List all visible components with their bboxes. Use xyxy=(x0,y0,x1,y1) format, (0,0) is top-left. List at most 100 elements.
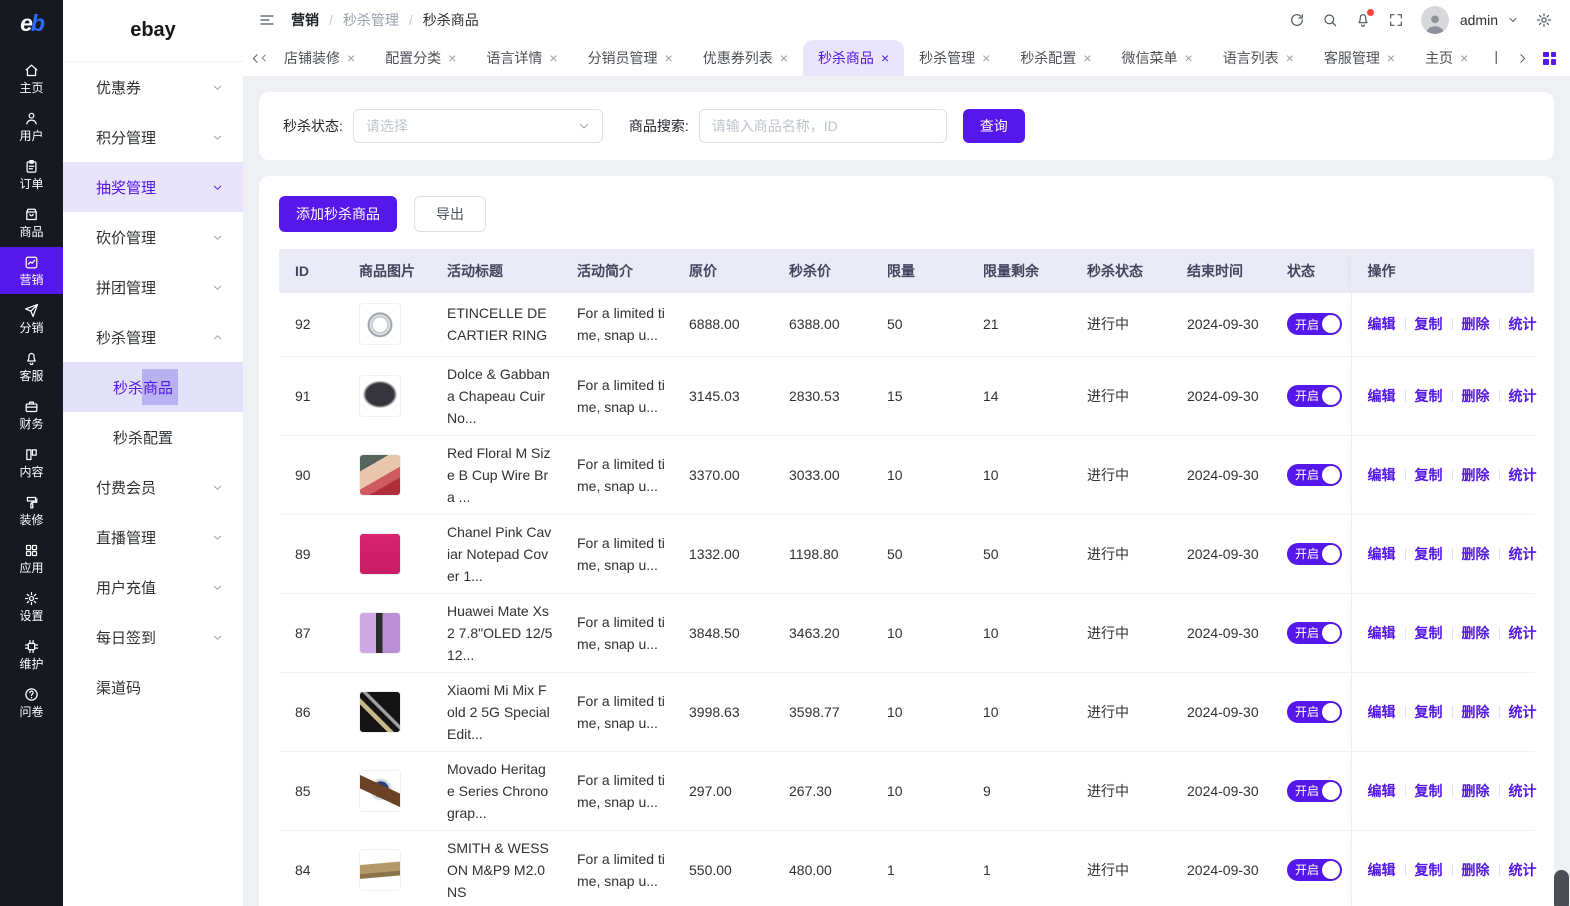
tab-close-icon[interactable]: × xyxy=(549,51,557,65)
tab-客服管理[interactable]: 客服管理× xyxy=(1309,40,1410,76)
sidebar-item-每日签到[interactable]: 每日签到 xyxy=(63,612,243,662)
sidebar-item-渠道码[interactable]: 渠道码 xyxy=(63,662,243,712)
tab-close-icon[interactable]: × xyxy=(1460,51,1468,65)
sidebar-item-砍价管理[interactable]: 砍价管理 xyxy=(63,212,243,262)
action-统计[interactable]: 统计 xyxy=(1509,546,1537,562)
action-编辑[interactable]: 编辑 xyxy=(1368,467,1396,483)
action-编辑[interactable]: 编辑 xyxy=(1368,783,1396,799)
action-编辑[interactable]: 编辑 xyxy=(1368,704,1396,720)
brand-logo[interactable]: eb xyxy=(20,0,43,46)
action-删除[interactable]: 删除 xyxy=(1462,704,1490,720)
rail-item-维护[interactable]: 维护 xyxy=(0,631,63,678)
action-编辑[interactable]: 编辑 xyxy=(1368,316,1396,332)
action-删除[interactable]: 删除 xyxy=(1462,625,1490,641)
tab-close-icon[interactable]: × xyxy=(780,51,788,65)
action-统计[interactable]: 统计 xyxy=(1509,467,1537,483)
tab-close-icon[interactable]: × xyxy=(1387,51,1395,65)
rail-item-分销[interactable]: 分销 xyxy=(0,295,63,342)
tab-语言列表[interactable]: 语言列表× xyxy=(1208,40,1309,76)
seckill-status-select[interactable]: 请选择 xyxy=(353,109,603,143)
page-scrollbar-thumb[interactable] xyxy=(1554,870,1569,906)
tab-配置分类[interactable]: 配置分类× xyxy=(370,40,471,76)
action-复制[interactable]: 复制 xyxy=(1415,467,1443,483)
action-统计[interactable]: 统计 xyxy=(1509,862,1537,878)
sidebar-item-秒杀配置[interactable]: 秒杀配置 xyxy=(63,412,243,462)
tab-秒杀配置[interactable]: 秒杀配置× xyxy=(1005,40,1106,76)
settings-gear-icon[interactable] xyxy=(1536,12,1552,28)
action-复制[interactable]: 复制 xyxy=(1415,704,1443,720)
rail-item-商品[interactable]: 商品 xyxy=(0,199,63,246)
tab-语言详情[interactable]: 语言详情× xyxy=(471,40,572,76)
action-复制[interactable]: 复制 xyxy=(1415,546,1443,562)
rail-item-应用[interactable]: 应用 xyxy=(0,535,63,582)
action-复制[interactable]: 复制 xyxy=(1415,388,1443,404)
tab-秒杀管理[interactable]: 秒杀管理× xyxy=(904,40,1005,76)
sidebar-item-秒杀商品[interactable]: 秒杀商品 xyxy=(63,362,243,412)
refresh-icon[interactable] xyxy=(1289,12,1305,28)
query-button[interactable]: 查询 xyxy=(963,109,1025,143)
breadcrumb-item[interactable]: 秒杀管理 xyxy=(343,10,399,30)
breadcrumb-item[interactable]: 营销 xyxy=(291,10,319,30)
rail-item-客服[interactable]: 客服 xyxy=(0,343,63,390)
username[interactable]: admin xyxy=(1460,12,1498,28)
action-删除[interactable]: 删除 xyxy=(1462,862,1490,878)
search-icon[interactable] xyxy=(1322,12,1338,28)
status-toggle[interactable]: 开启 xyxy=(1287,543,1342,565)
action-统计[interactable]: 统计 xyxy=(1509,704,1537,720)
notifications-bell-icon[interactable] xyxy=(1355,12,1371,28)
status-toggle[interactable]: 开启 xyxy=(1287,385,1342,407)
rail-item-设置[interactable]: 设置 xyxy=(0,583,63,630)
action-复制[interactable]: 复制 xyxy=(1415,316,1443,332)
rail-item-内容[interactable]: 内容 xyxy=(0,439,63,486)
tab-options-grid-icon[interactable] xyxy=(1543,52,1556,65)
action-复制[interactable]: 复制 xyxy=(1415,625,1443,641)
status-toggle[interactable]: 开启 xyxy=(1287,859,1342,881)
action-复制[interactable]: 复制 xyxy=(1415,783,1443,799)
tab-close-icon[interactable]: × xyxy=(1185,51,1193,65)
fullscreen-icon[interactable] xyxy=(1388,12,1404,28)
tab-close-icon[interactable]: × xyxy=(881,51,889,65)
sidebar-brand-name[interactable]: ebay xyxy=(63,0,243,62)
rail-item-问卷[interactable]: 问卷 xyxy=(0,679,63,726)
rail-item-营销[interactable]: 营销 xyxy=(0,247,63,294)
tabs-scroll-left-icon[interactable] xyxy=(249,52,269,65)
action-编辑[interactable]: 编辑 xyxy=(1368,625,1396,641)
status-toggle[interactable]: 开启 xyxy=(1287,622,1342,644)
tab-店铺装修[interactable]: 店铺装修× xyxy=(269,40,370,76)
avatar[interactable] xyxy=(1421,6,1449,34)
tab-优惠券列表[interactable]: 优惠券列表× xyxy=(688,40,803,76)
tab-close-icon[interactable]: × xyxy=(347,51,355,65)
tabs-scroll-right-icon[interactable] xyxy=(1516,52,1529,65)
sidebar-item-付费会员[interactable]: 付费会员 xyxy=(63,462,243,512)
tab-close-icon[interactable]: × xyxy=(448,51,456,65)
sidebar-item-积分管理[interactable]: 积分管理 xyxy=(63,112,243,162)
action-删除[interactable]: 删除 xyxy=(1462,546,1490,562)
sidebar-item-优惠券[interactable]: 优惠券 xyxy=(63,62,243,112)
tab-close-icon[interactable]: × xyxy=(982,51,990,65)
sidebar-item-直播管理[interactable]: 直播管理 xyxy=(63,512,243,562)
tab-秒杀商品[interactable]: 秒杀商品× xyxy=(803,40,904,76)
action-删除[interactable]: 删除 xyxy=(1462,316,1490,332)
collapse-menu-icon[interactable] xyxy=(259,12,275,28)
export-button[interactable]: 导出 xyxy=(414,196,486,232)
action-删除[interactable]: 删除 xyxy=(1462,783,1490,799)
tab-丨[interactable]: 丨 xyxy=(1483,40,1499,76)
chevron-down-icon[interactable] xyxy=(1515,14,1519,26)
tab-close-icon[interactable]: × xyxy=(665,51,673,65)
action-删除[interactable]: 删除 xyxy=(1462,467,1490,483)
rail-item-财务[interactable]: 财务 xyxy=(0,391,63,438)
action-统计[interactable]: 统计 xyxy=(1509,625,1537,641)
action-统计[interactable]: 统计 xyxy=(1509,316,1537,332)
rail-item-主页[interactable]: 主页 xyxy=(0,55,63,102)
action-删除[interactable]: 删除 xyxy=(1462,388,1490,404)
sidebar-item-用户充值[interactable]: 用户充值 xyxy=(63,562,243,612)
sidebar-item-秒杀管理[interactable]: 秒杀管理 xyxy=(63,312,243,362)
add-seckill-goods-button[interactable]: 添加秒杀商品 xyxy=(279,196,397,232)
rail-item-装修[interactable]: 装修 xyxy=(0,487,63,534)
tab-主页[interactable]: 主页× xyxy=(1410,40,1483,76)
tab-close-icon[interactable]: × xyxy=(1286,51,1294,65)
action-统计[interactable]: 统计 xyxy=(1509,783,1537,799)
action-编辑[interactable]: 编辑 xyxy=(1368,862,1396,878)
action-编辑[interactable]: 编辑 xyxy=(1368,546,1396,562)
status-toggle[interactable]: 开启 xyxy=(1287,701,1342,723)
